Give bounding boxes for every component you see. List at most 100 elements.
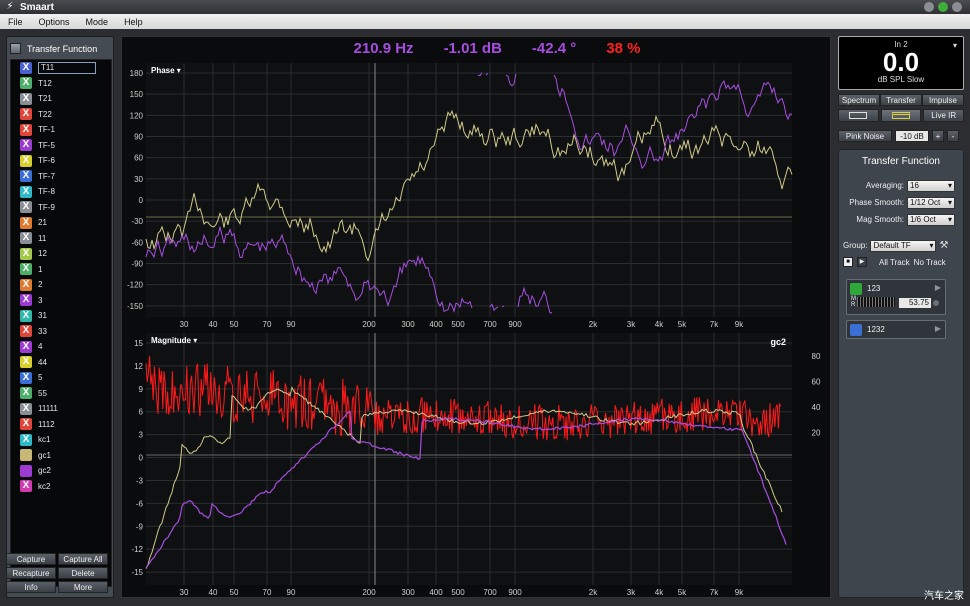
visibility-toggle-icon[interactable]: X	[20, 371, 32, 384]
list-item[interactable]: X3	[11, 293, 111, 309]
list-item[interactable]: gc1	[11, 448, 111, 464]
list-item[interactable]: X 31	[11, 308, 111, 324]
single-pane-button[interactable]	[838, 109, 879, 122]
visibility-toggle-icon[interactable]: X	[20, 123, 32, 136]
list-item[interactable]: gc2	[11, 463, 111, 479]
visibility-toggle-icon[interactable]: X	[20, 185, 32, 198]
dual-pane-button[interactable]	[880, 109, 922, 122]
generator-level[interactable]: -10 dB	[895, 130, 929, 142]
list-item[interactable]: X 33	[11, 324, 111, 340]
list-item[interactable]: X 12	[11, 246, 111, 262]
list-item[interactable]: X 1112	[11, 417, 111, 433]
tab-spectrum[interactable]: Spectrum	[838, 94, 880, 106]
phase-smooth-select[interactable]: 1/12 Oct	[907, 196, 955, 209]
visibility-toggle-icon[interactable]: X	[20, 232, 32, 245]
visibility-toggle-icon[interactable]: X	[20, 170, 32, 183]
color-swatch-icon[interactable]	[20, 464, 32, 477]
visibility-toggle-icon[interactable]: X	[20, 201, 32, 214]
menu-mode[interactable]: Mode	[78, 17, 117, 27]
visibility-toggle-icon[interactable]: X	[20, 309, 32, 322]
menu-help[interactable]: Help	[116, 17, 151, 27]
tools-icon[interactable]: ⚒	[939, 240, 948, 251]
list-item[interactable]: X TF-6	[11, 153, 111, 169]
magnitude-plot[interactable]: 30 40 50 70 90 200 300 400 500 700 900 2k 3k 4k 5k 7k 9k…	[122, 329, 830, 597]
meter-dropdown-icon[interactable]: ▾	[953, 41, 957, 50]
list-item[interactable]: X 55	[11, 386, 111, 402]
list-item[interactable]: X 44	[11, 355, 111, 371]
measurement-card-123[interactable]: 123 ▶ M R 53.75	[846, 279, 946, 315]
info-button[interactable]: Info	[6, 581, 56, 593]
measurement-play-icon[interactable]: ▶	[935, 283, 941, 292]
list-item[interactable]: X TF-7	[11, 169, 111, 185]
delete-button[interactable]: Delete	[58, 567, 108, 579]
list-item[interactable]: X5	[11, 370, 111, 386]
group-select[interactable]: Default TF	[870, 239, 937, 252]
delay-value[interactable]: 53.75	[899, 298, 931, 308]
all-track-button[interactable]: All Track	[879, 258, 910, 267]
measurement-play-icon[interactable]: ▶	[935, 324, 941, 333]
plot-label[interactable]: Magnitude ▾	[151, 336, 197, 345]
plot-label[interactable]: Phase ▾	[151, 66, 181, 75]
averaging-select[interactable]: 16	[907, 179, 955, 192]
tab-impulse[interactable]: Impulse	[922, 94, 964, 106]
list-item[interactable]: X2	[11, 277, 111, 293]
play-icon[interactable]: ▶	[857, 257, 867, 267]
list-item[interactable]: X TF-9	[11, 200, 111, 216]
visibility-toggle-icon[interactable]: X	[20, 480, 32, 493]
minimize-icon[interactable]	[924, 2, 934, 12]
visibility-toggle-icon[interactable]: X	[20, 278, 32, 291]
visibility-toggle-icon[interactable]: X	[20, 77, 32, 90]
level-down-button[interactable]: -	[947, 130, 959, 142]
visibility-toggle-icon[interactable]: X	[20, 294, 32, 307]
color-swatch-icon[interactable]	[20, 449, 32, 462]
list-item[interactable]: X TF-5	[11, 138, 111, 154]
measurement-card-1232[interactable]: 1232 ▶	[846, 320, 946, 339]
list-item[interactable]: Xkc1	[11, 432, 111, 448]
tab-transfer[interactable]: Transfer	[880, 94, 922, 106]
list-item[interactable]: X T12	[11, 76, 111, 92]
visibility-toggle-icon[interactable]: X	[20, 263, 32, 276]
stop-icon[interactable]: ■	[843, 257, 853, 267]
visibility-toggle-icon[interactable]: X	[20, 216, 32, 229]
list-item[interactable]: Xkc2	[11, 479, 111, 495]
visibility-toggle-icon[interactable]: X	[20, 402, 32, 415]
phase-plot[interactable]: 30 40 50 70 90 200 300 400 500 700 900 2k 3k 4k 5k 7k 9k…	[122, 59, 830, 329]
list-item[interactable]: X1	[11, 262, 111, 278]
list-item[interactable]: X T22	[11, 107, 111, 123]
list-item[interactable]: X T11	[11, 60, 111, 76]
visibility-toggle-icon[interactable]: X	[20, 325, 32, 338]
visibility-toggle-icon[interactable]: X	[20, 340, 32, 353]
close-icon[interactable]	[952, 2, 962, 12]
visibility-toggle-icon[interactable]: X	[20, 108, 32, 121]
list-item[interactable]: X4	[11, 339, 111, 355]
list-item[interactable]: X TF-8	[11, 184, 111, 200]
capture-all-button[interactable]: Capture All	[58, 553, 108, 565]
more-button[interactable]: More	[58, 581, 108, 593]
menu-options[interactable]: Options	[31, 17, 78, 27]
capture-button[interactable]: Capture	[6, 553, 56, 565]
mag-smooth-select[interactable]: 1/6 Oct	[907, 213, 955, 226]
visibility-toggle-icon[interactable]: X	[20, 139, 32, 152]
visibility-toggle-icon[interactable]: X	[20, 433, 32, 446]
recapture-button[interactable]: Recapture	[6, 567, 56, 579]
measurement-color-swatch[interactable]	[850, 324, 862, 336]
list-item[interactable]: X TF-1	[11, 122, 111, 138]
list-item[interactable]: X 11111	[11, 401, 111, 417]
menu-file[interactable]: File	[0, 17, 31, 27]
live-ir-button[interactable]: Live IR	[923, 109, 965, 122]
visibility-toggle-icon[interactable]: X	[20, 356, 32, 369]
list-item[interactable]: X T21	[11, 91, 111, 107]
transfer-function-list[interactable]: X T11 X T12 X T21 X T22 X TF-1 X TF-5 X TF-6 X TF-7 X TF-…	[10, 59, 112, 587]
visibility-toggle-icon[interactable]: X	[20, 61, 32, 74]
list-item[interactable]: X 21	[11, 215, 111, 231]
level-up-button[interactable]: +	[932, 130, 944, 142]
pink-noise-button[interactable]: Pink Noise	[838, 130, 892, 142]
visibility-toggle-icon[interactable]: X	[20, 418, 32, 431]
visibility-toggle-icon[interactable]: X	[20, 387, 32, 400]
visibility-toggle-icon[interactable]: X	[20, 154, 32, 167]
visibility-toggle-icon[interactable]: X	[20, 92, 32, 105]
no-track-button[interactable]: No Track	[914, 258, 946, 267]
maximize-icon[interactable]	[938, 2, 948, 12]
measurement-color-swatch[interactable]	[850, 283, 862, 295]
spl-meter[interactable]: In 2 0.0 dB SPL Slow ▾	[838, 36, 964, 90]
